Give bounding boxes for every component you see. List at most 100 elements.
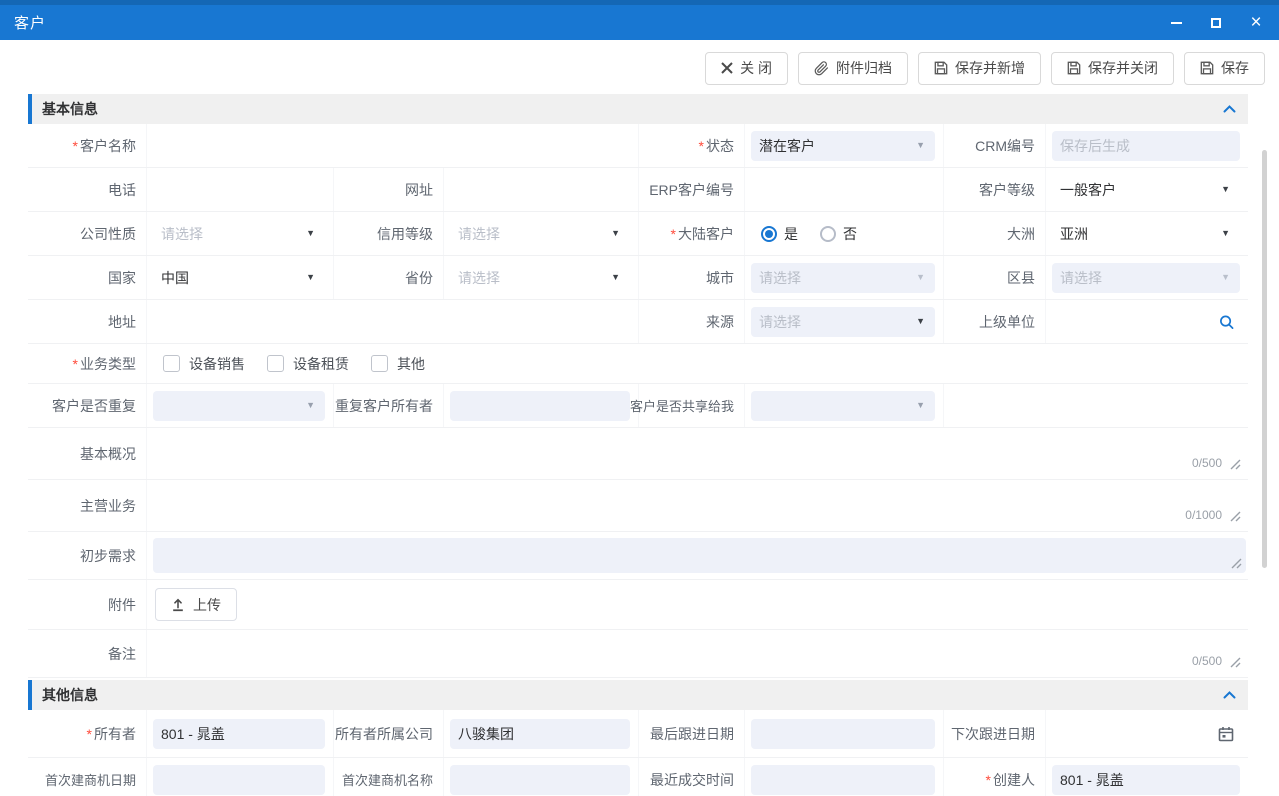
- toolbar-save-new-button[interactable]: 保存并新增: [918, 52, 1041, 85]
- toolbar-save-button[interactable]: 保存: [1184, 52, 1265, 85]
- checkbox-icon: [267, 355, 284, 372]
- char-counter: 0/500: [1192, 456, 1222, 470]
- province-label: 省份: [333, 256, 443, 299]
- form-row: 基本概况 0/500: [28, 428, 1248, 480]
- upload-button[interactable]: 上传: [155, 588, 237, 621]
- district-select[interactable]: 请选择▼: [1052, 263, 1240, 293]
- title-bar: 客户 ×: [0, 5, 1279, 40]
- is-duplicate-select[interactable]: ▼: [153, 391, 325, 421]
- grade-label: 客户等级: [943, 168, 1045, 211]
- section-accent-bar: [28, 94, 32, 124]
- resize-grip-icon[interactable]: [1230, 459, 1241, 470]
- shared-to-me-select[interactable]: ▼: [751, 391, 935, 421]
- continent-select[interactable]: 亚洲▼: [1052, 219, 1240, 249]
- minimize-icon: [1171, 22, 1182, 24]
- toolbar-archive-button[interactable]: 附件归档: [798, 52, 908, 85]
- form-row: 国家 中国▼ 省份 请选择▼ 城市 请选择▼ 区县 请选择▼: [28, 256, 1248, 300]
- continent-label: 大洲: [943, 212, 1045, 255]
- resize-grip-icon[interactable]: [1230, 657, 1241, 668]
- owner-input[interactable]: [153, 719, 325, 749]
- last-deal-time-input[interactable]: [751, 765, 935, 795]
- last-follow-input[interactable]: [751, 719, 935, 749]
- search-icon[interactable]: [1219, 314, 1234, 329]
- first-opp-date-input[interactable]: [153, 765, 325, 795]
- upload-label: 上传: [193, 595, 221, 615]
- mainland-yes-radio[interactable]: 是: [761, 224, 798, 244]
- section-title-basic: 基本信息: [42, 99, 98, 119]
- resize-grip-icon[interactable]: [1231, 558, 1242, 569]
- crm-no-input[interactable]: [1052, 131, 1240, 161]
- maximize-button[interactable]: [1207, 14, 1225, 32]
- parent-unit-input[interactable]: [1052, 307, 1240, 337]
- creator-input[interactable]: [1052, 765, 1240, 795]
- checkbox-icon: [371, 355, 388, 372]
- toolbar-save-close-button[interactable]: 保存并关闭: [1051, 52, 1174, 85]
- remark-textarea[interactable]: 0/500: [146, 630, 1248, 677]
- customer-name-input[interactable]: [153, 131, 630, 161]
- website-input[interactable]: [450, 175, 630, 205]
- status-select[interactable]: 潜在客户▼: [751, 131, 935, 161]
- vertical-scrollbar[interactable]: [1262, 150, 1267, 568]
- company-nature-placeholder: 请选择: [161, 224, 203, 244]
- toolbar-close-button[interactable]: 关 闭: [705, 52, 788, 85]
- main-business-textarea[interactable]: 0/1000: [146, 480, 1248, 531]
- form-row: 地址 来源 请选择▼ 上级单位: [28, 300, 1248, 344]
- checkbox-label: 设备销售: [189, 354, 245, 374]
- dropdown-arrow-icon: ▼: [916, 317, 925, 326]
- phone-input[interactable]: [153, 175, 325, 205]
- source-label: 来源: [638, 300, 744, 343]
- remark-label: 备注: [28, 630, 146, 677]
- toolbar-save-label: 保存: [1221, 58, 1249, 78]
- checkbox-equipment-sales[interactable]: 设备销售: [163, 354, 245, 374]
- form-row: 客户是否重复 ▼ 重复客户所有者 客户是否共享给我 ▼: [28, 384, 1248, 428]
- first-opp-date-label: 首次建商机日期: [28, 758, 146, 796]
- country-select[interactable]: 中国▼: [153, 263, 325, 293]
- mainland-no-radio[interactable]: 否: [820, 224, 857, 244]
- company-nature-label: 公司性质: [28, 212, 146, 255]
- address-label: 地址: [28, 300, 146, 343]
- next-follow-label: 下次跟进日期: [943, 710, 1045, 757]
- erp-no-input[interactable]: [751, 175, 935, 205]
- initial-demand-textarea[interactable]: [153, 538, 1246, 573]
- form-row: 初步需求: [28, 532, 1248, 580]
- erp-no-label: ERP客户编号: [638, 168, 744, 211]
- collapse-chevron-up-icon[interactable]: [1223, 691, 1236, 699]
- close-window-button[interactable]: ×: [1247, 14, 1265, 32]
- first-opp-name-label: 首次建商机名称: [333, 758, 443, 796]
- checkbox-equipment-rental[interactable]: 设备租赁: [267, 354, 349, 374]
- website-label: 网址: [333, 168, 443, 211]
- minimize-button[interactable]: [1167, 14, 1185, 32]
- next-follow-input[interactable]: [1052, 719, 1240, 749]
- toolbar: 关 闭 附件归档 保存并新增 保存并关闭 保存: [0, 40, 1279, 92]
- grade-value: 一般客户: [1060, 180, 1116, 200]
- checkbox-other[interactable]: 其他: [371, 354, 425, 374]
- char-counter: 0/1000: [1185, 508, 1222, 522]
- grade-select[interactable]: 一般客户 ▼: [1052, 175, 1240, 205]
- mainland-radio-group: 是 否: [745, 224, 857, 244]
- province-select[interactable]: 请选择▼: [450, 263, 630, 293]
- owner-company-input[interactable]: [450, 719, 630, 749]
- source-select[interactable]: 请选择▼: [751, 307, 935, 337]
- radio-selected-icon: [761, 226, 777, 242]
- checkbox-label: 其他: [397, 354, 425, 374]
- calendar-icon[interactable]: [1218, 726, 1234, 742]
- parent-unit-label: 上级单位: [943, 300, 1045, 343]
- dropdown-arrow-icon: ▼: [611, 273, 620, 282]
- close-icon: ×: [1250, 13, 1261, 32]
- mainland-yes-label: 是: [784, 224, 798, 244]
- resize-grip-icon[interactable]: [1230, 511, 1241, 522]
- basic-profile-textarea[interactable]: 0/500: [146, 428, 1248, 479]
- company-nature-select[interactable]: 请选择▼: [153, 219, 325, 249]
- collapse-chevron-up-icon[interactable]: [1223, 105, 1236, 113]
- city-select[interactable]: 请选择▼: [751, 263, 935, 293]
- empty-cell: [943, 384, 1248, 427]
- country-label: 国家: [28, 256, 146, 299]
- dropdown-arrow-icon: ▼: [1221, 185, 1230, 194]
- first-opp-name-input[interactable]: [450, 765, 630, 795]
- dup-owner-input[interactable]: [450, 391, 630, 421]
- address-input[interactable]: [153, 307, 630, 337]
- credit-grade-select[interactable]: 请选择▼: [450, 219, 630, 249]
- country-value: 中国: [161, 268, 189, 288]
- section-header-other: 其他信息: [28, 680, 1248, 710]
- section-title-other: 其他信息: [42, 685, 98, 705]
